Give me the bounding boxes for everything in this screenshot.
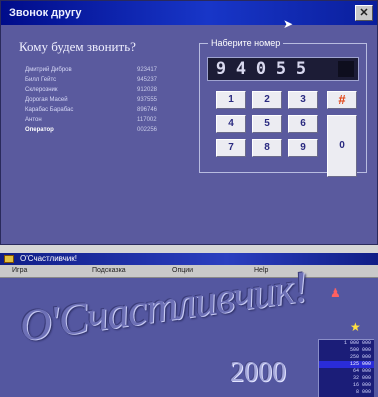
display-digit: 0 xyxy=(255,59,267,79)
prize-row: 250 000 xyxy=(349,354,371,360)
fifty-fifty-icon[interactable]: ★ xyxy=(350,320,361,334)
menu-hint[interactable]: Подсказка xyxy=(92,265,126,277)
audience-help-icon[interactable]: ♟ xyxy=(330,286,341,300)
menu-game[interactable]: Игра xyxy=(12,265,27,277)
contact-name: Дорогая Масей xyxy=(25,97,68,103)
contact-number: 117002 xyxy=(137,117,157,123)
key-6[interactable]: 6 xyxy=(288,115,318,133)
prize-row: 500 000 xyxy=(349,347,371,353)
menu-options[interactable]: Опции xyxy=(172,265,193,277)
contact-row[interactable]: Склерозник 912028 xyxy=(25,85,185,95)
prize-row: 1 000 000 xyxy=(343,340,371,346)
contact-number: 002256 xyxy=(137,127,158,133)
prize-row: 8 000 xyxy=(355,389,371,395)
phone-a-friend-window: Звонок другу ✕ ➤ Кому будем звонить? Дми… xyxy=(0,0,378,245)
contacts-list: Дмитрий Дибров 923417 Билл Гейтс 945237 … xyxy=(25,65,185,135)
contact-row[interactable]: Дорогая Масей 937555 xyxy=(25,95,185,105)
close-button[interactable]: ✕ xyxy=(355,5,373,21)
hash-key[interactable]: # xyxy=(327,91,357,109)
question-heading: Кому будем звонить? xyxy=(19,39,136,54)
key-0[interactable]: 0 xyxy=(327,115,357,177)
key-2[interactable]: 2 xyxy=(252,91,282,109)
contact-row[interactable]: Билл Гейтс 945237 xyxy=(25,75,185,85)
contact-number: 937555 xyxy=(137,97,158,103)
key-3[interactable]: 3 xyxy=(288,91,318,109)
contact-row-selected[interactable]: Оператор 002256 xyxy=(25,125,185,135)
contact-name: Дмитрий Дибров xyxy=(25,67,72,73)
dial-panel-title: Наберите номер xyxy=(208,37,284,49)
contact-row[interactable]: Карабас Барабас 896746 xyxy=(25,105,185,115)
key-8[interactable]: 8 xyxy=(252,139,282,157)
logo-year: 2000 xyxy=(230,357,286,388)
game-window-title-bar[interactable]: О'Счастливчик! xyxy=(0,253,378,265)
contact-name: Карабас Барабас xyxy=(25,107,74,113)
contact-number: 945237 xyxy=(137,77,158,83)
contact-number: 912028 xyxy=(137,87,158,93)
contact-number: 923417 xyxy=(137,67,158,73)
screenshot-divider xyxy=(0,245,378,253)
key-1[interactable]: 1 xyxy=(216,91,246,109)
arrow-cursor-icon: ➤ xyxy=(283,17,294,31)
prize-ladder: 1 000 000 500 000 250 000 125 000 64 000… xyxy=(318,339,374,397)
dial-window-title: Звонок другу xyxy=(9,7,82,19)
display-digit: 5 xyxy=(295,59,307,79)
key-5[interactable]: 5 xyxy=(252,115,282,133)
prize-row: 32 000 xyxy=(352,375,371,381)
app-icon xyxy=(4,255,14,263)
contact-name: Склерозник xyxy=(25,87,58,93)
contact-number: 896746 xyxy=(137,107,158,113)
prize-row: 64 000 xyxy=(352,368,371,374)
display-digit: 9 xyxy=(215,59,227,79)
contact-row[interactable]: Дмитрий Дибров 923417 xyxy=(25,65,185,75)
key-9[interactable]: 9 xyxy=(288,139,318,157)
contact-row[interactable]: Антон 117002 xyxy=(25,115,185,125)
contact-name: Билл Гейтс xyxy=(25,77,57,83)
contact-name: Антон xyxy=(25,117,42,123)
key-7[interactable]: 7 xyxy=(216,139,246,157)
dial-window-title-bar[interactable]: Звонок другу ✕ xyxy=(1,1,377,25)
menu-bar: Игра Подсказка Опции Help xyxy=(0,265,378,278)
display-digit: 5 xyxy=(275,59,287,79)
key-4[interactable]: 4 xyxy=(216,115,246,133)
number-display: 9 4 0 5 5 xyxy=(207,57,359,81)
display-digit: 4 xyxy=(235,59,247,79)
contact-name: Оператор xyxy=(25,127,54,133)
prize-row-current: 125 000 xyxy=(319,361,374,368)
prize-row: 16 000 xyxy=(352,382,371,388)
empty-digit-slot xyxy=(338,61,354,77)
game-window-title: О'Счастливчик! xyxy=(20,254,77,263)
dial-panel: Наберите номер 9 4 0 5 5 1 2 3 # 4 5 6 0… xyxy=(199,37,367,177)
